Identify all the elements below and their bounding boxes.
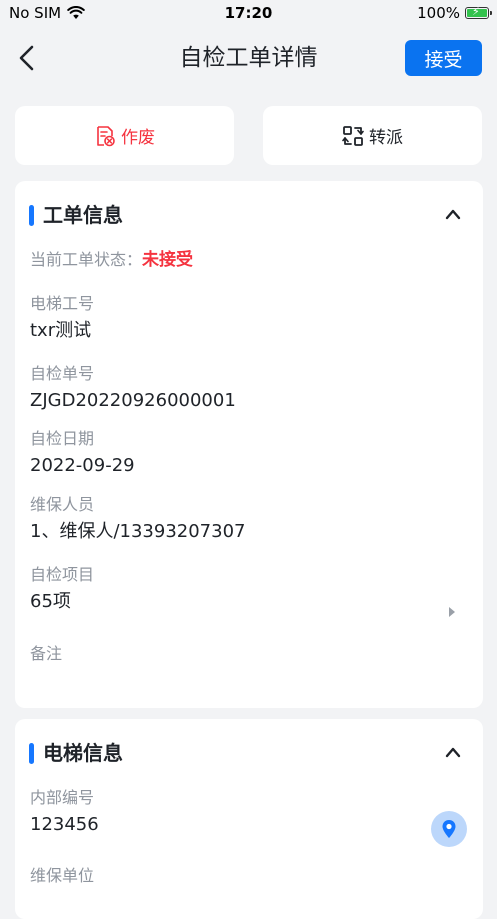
elevator-no-field: 电梯工号 txr测试: [30, 293, 470, 344]
field-value: 1、维保人/13393207307: [30, 521, 246, 542]
field-label: 自检日期: [30, 429, 95, 448]
elevator-header[interactable]: 电梯信息: [15, 719, 483, 787]
field-value: ZJGD20220926000001: [30, 390, 236, 411]
void-label: 作废: [121, 128, 155, 148]
transfer-label: 转派: [369, 128, 403, 148]
section-accent-bar: [29, 205, 34, 226]
action-row: 作废 转派: [15, 106, 483, 165]
field-label: 自检单号: [30, 364, 95, 383]
date-field: 自检日期 2022-09-29: [30, 428, 470, 479]
field-label: 内部编号: [30, 788, 95, 807]
check-items-row[interactable]: 自检项目 65项: [30, 564, 470, 617]
status-field: 当前工单状态：未接受: [30, 249, 470, 271]
status-bar: No SIM 17:20 100% ⚡: [0, 0, 497, 26]
triangle-right-icon: [449, 607, 455, 617]
section-accent-bar: [29, 743, 34, 764]
status-label: 当前工单状态：: [30, 250, 143, 269]
transfer-icon: [342, 125, 364, 146]
accept-button[interactable]: 接受: [405, 40, 482, 76]
maintenance-unit-field: 维保单位: [30, 865, 470, 890]
work-order-card: 工单信息 当前工单状态：未接受 电梯工号 txr测试 自检单号 ZJGD2022…: [15, 181, 483, 708]
field-value: 2022-09-29: [30, 455, 135, 476]
field-label: 备注: [30, 644, 63, 663]
battery-charging-icon: ⚡: [465, 5, 492, 19]
battery-group: 100% ⚡: [417, 4, 492, 22]
order-no-field: 自检单号 ZJGD20220926000001: [30, 363, 470, 414]
elevator-title: 电梯信息: [43, 741, 123, 765]
chevron-up-icon[interactable]: [445, 746, 461, 758]
work-order-header[interactable]: 工单信息: [15, 181, 483, 249]
battery-percent: 100%: [417, 4, 460, 22]
maintainer-field: 维保人员 1、维保人/13393207307: [30, 494, 470, 545]
field-label: 维保人员: [30, 495, 95, 514]
void-button[interactable]: 作废: [15, 106, 234, 165]
chevron-up-icon[interactable]: [445, 208, 461, 220]
field-value: txr测试: [30, 320, 92, 341]
field-label: 电梯工号: [30, 294, 95, 313]
work-order-title: 工单信息: [43, 203, 123, 227]
field-label: 维保单位: [30, 866, 95, 885]
status-line: 当前工单状态：未接受: [30, 249, 470, 271]
transfer-button[interactable]: 转派: [263, 106, 482, 165]
internal-no-field: 内部编号 123456: [30, 787, 470, 838]
nav-bar: 自检工单详情 接受: [0, 30, 497, 86]
battery-nub: [490, 11, 492, 15]
field-value: 123456: [30, 814, 99, 835]
status-badge: 未接受: [142, 250, 194, 270]
location-button[interactable]: [431, 811, 467, 847]
field-label: 自检项目: [30, 565, 95, 584]
field-value: 65项: [30, 591, 71, 612]
void-document-icon: [97, 125, 115, 146]
location-pin-icon: [442, 820, 456, 838]
bolt-icon: ⚡: [472, 5, 480, 18]
remark-field: 备注: [30, 643, 470, 668]
elevator-card: 电梯信息 内部编号 123456 维保单位: [15, 719, 483, 919]
